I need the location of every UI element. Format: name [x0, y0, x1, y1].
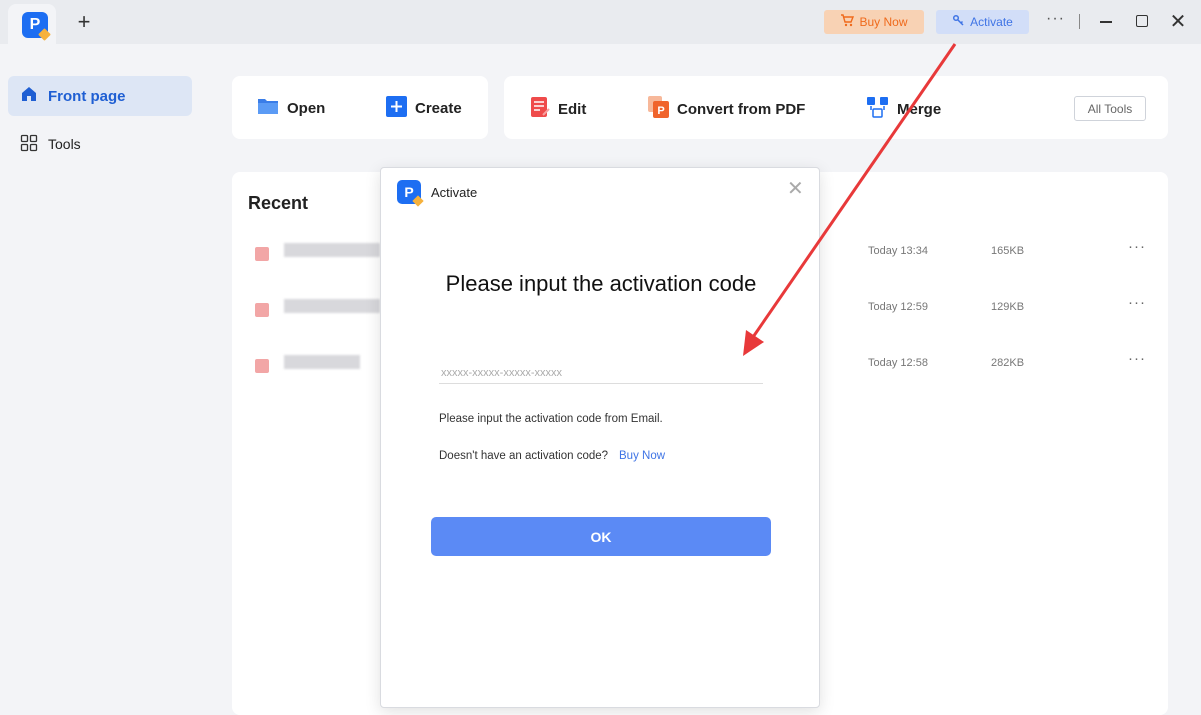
convert-from-pdf-button[interactable]: P Convert from PDF	[648, 96, 805, 122]
file-more-button[interactable]: ···	[1128, 294, 1146, 311]
dialog-close-button[interactable]: ✕	[787, 179, 804, 199]
file-date: Today 12:59	[868, 301, 928, 313]
blurred-file-name	[284, 355, 360, 369]
buy-now-link[interactable]: Buy Now	[619, 450, 665, 462]
edit-label: Edit	[558, 100, 587, 118]
pdf-file-icon	[255, 359, 269, 373]
merge-icon	[866, 96, 889, 122]
sidebar: Front page Tools	[0, 44, 200, 715]
file-size: 165KB	[991, 245, 1025, 257]
buy-now-button[interactable]: Buy Now	[824, 10, 924, 34]
buy-now-label: Buy Now	[859, 15, 908, 29]
more-menu-button[interactable]: ···	[1046, 10, 1065, 28]
file-date: Today 13:34	[868, 245, 928, 257]
file-more-button[interactable]: ···	[1128, 238, 1146, 255]
activate-dialog: P Activate ✕ Please input the activation…	[380, 167, 820, 708]
sidebar-item-front-page[interactable]: Front page	[8, 76, 192, 116]
tools-card	[504, 76, 1168, 139]
convert-label: Convert from PDF	[677, 100, 806, 118]
dialog-title: Activate	[431, 185, 478, 200]
new-tab-button[interactable]: +	[74, 11, 94, 33]
title-bar: P + Buy Now Activate ··· ✕	[0, 0, 1201, 44]
file-size: 282KB	[991, 357, 1025, 369]
no-code-text: Doesn't have an activation code?	[439, 450, 609, 462]
close-window-button[interactable]: ✕	[1168, 12, 1188, 32]
app-logo-icon: P	[397, 180, 421, 204]
merge-label: Merge	[897, 100, 942, 118]
recent-title: Recent	[248, 193, 309, 213]
ok-button[interactable]: OK	[431, 517, 771, 556]
minimize-button[interactable]	[1100, 21, 1112, 23]
grid-icon	[20, 134, 38, 155]
create-label: Create	[415, 100, 462, 117]
file-date: Today 12:58	[868, 357, 928, 369]
home-icon	[20, 85, 38, 107]
open-label: Open	[287, 99, 326, 117]
pdf-file-icon	[255, 247, 269, 261]
blurred-file-name	[284, 299, 380, 313]
activate-button[interactable]: Activate	[936, 10, 1029, 34]
edit-button[interactable]: Edit	[530, 96, 586, 122]
file-more-button[interactable]: ···	[1128, 350, 1146, 367]
activation-code-input[interactable]	[439, 362, 763, 384]
activate-label: Activate	[970, 15, 1013, 29]
dialog-heading: Please input the activation code	[445, 271, 757, 296]
sidebar-item-label: Tools	[48, 136, 81, 152]
maximize-button[interactable]	[1136, 15, 1148, 27]
blurred-file-name	[284, 243, 380, 257]
app-logo-icon: P	[22, 12, 48, 38]
open-button[interactable]: Open	[257, 96, 325, 120]
svg-text:P: P	[657, 105, 664, 117]
sidebar-item-tools[interactable]: Tools	[8, 124, 192, 164]
file-size: 129KB	[991, 301, 1025, 313]
titlebar-divider	[1079, 14, 1080, 29]
pdf-file-icon	[255, 303, 269, 317]
merge-button[interactable]: Merge	[866, 96, 941, 122]
plus-square-icon	[386, 96, 407, 121]
key-icon	[952, 14, 965, 30]
create-button[interactable]: Create	[386, 96, 462, 121]
document-tab[interactable]: P	[8, 4, 56, 44]
folder-icon	[257, 96, 279, 120]
all-tools-button[interactable]: All Tools	[1074, 96, 1146, 121]
activation-hint: Please input the activation code from Em…	[439, 413, 663, 425]
edit-document-icon	[530, 96, 550, 122]
sidebar-item-label: Front page	[48, 87, 126, 105]
cart-icon	[840, 14, 855, 30]
convert-pdf-icon: P	[648, 96, 669, 122]
